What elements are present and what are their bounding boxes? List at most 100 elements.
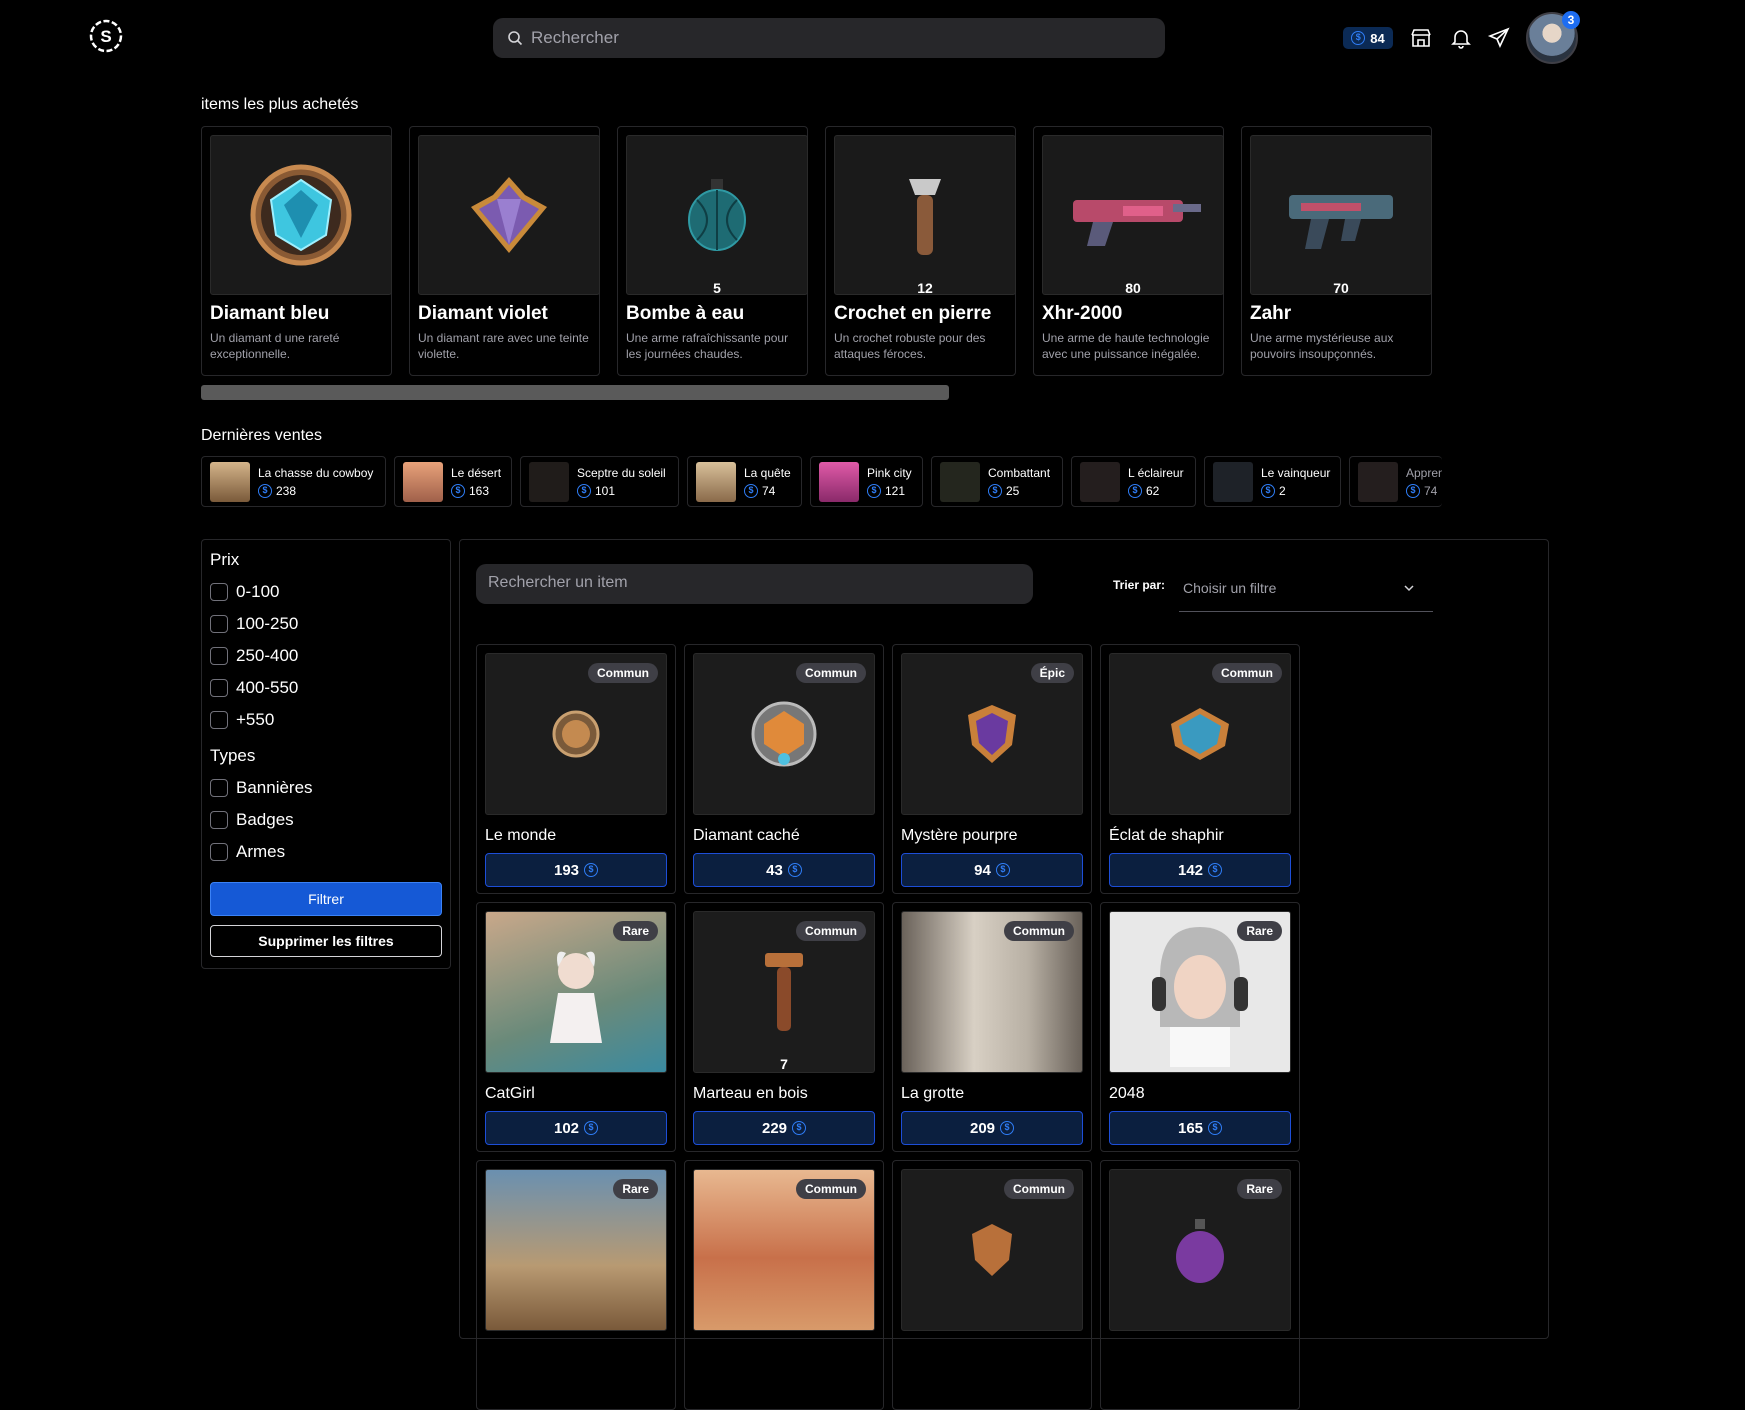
price-filter-option[interactable]: 250-400	[210, 640, 442, 672]
coin-icon: $	[1406, 483, 1420, 498]
filter-button[interactable]: Filtrer	[210, 882, 442, 916]
checkbox[interactable]	[210, 811, 228, 829]
cave-image: Commun	[901, 911, 1083, 1073]
item-quantity: 7	[780, 1056, 788, 1072]
search-icon	[508, 31, 523, 46]
hidden-diamond-icon	[751, 701, 817, 767]
shop-item-card[interactable]: Rare 2048 165 $	[1100, 902, 1300, 1152]
sale-price: 121	[885, 483, 906, 498]
sort-select[interactable]: Choisir un filtre	[1179, 564, 1433, 612]
checkbox[interactable]	[210, 583, 228, 601]
horizontal-scrollbar[interactable]	[201, 385, 949, 400]
item-description: Une arme rafraîchissante pour les journé…	[626, 331, 789, 361]
buy-button[interactable]: 209 $	[901, 1111, 1083, 1145]
item-name: 2048	[1109, 1085, 1145, 1102]
top-item-card[interactable]: Diamant bleu Un diamant d une rareté exc…	[201, 126, 392, 376]
bell-icon[interactable]	[1449, 26, 1473, 50]
price-filter-option[interactable]: +550	[210, 704, 442, 736]
shop-item-card[interactable]: Commun La grotte 209 $	[892, 902, 1092, 1152]
checkbox[interactable]	[210, 711, 228, 729]
item-image: 70	[1250, 135, 1432, 296]
buy-button[interactable]: 94 $	[901, 853, 1083, 887]
stone-hook-icon	[909, 179, 941, 255]
checkbox[interactable]	[210, 679, 228, 697]
sale-thumbnail	[696, 461, 736, 502]
coin-balance[interactable]: $ 84	[1343, 27, 1393, 49]
buy-button[interactable]: 165 $	[1109, 1111, 1291, 1145]
option-label: Armes	[236, 842, 286, 861]
top-item-card[interactable]: 70 Zahr Une arme mystérieuse aux pouvoir…	[1241, 126, 1432, 376]
sale-price: 238	[276, 483, 297, 498]
price-filter-option[interactable]: 0-100	[210, 576, 442, 608]
buy-button[interactable]: 193 $	[485, 853, 667, 887]
price-filter-title: Prix	[210, 550, 240, 569]
type-filter-option[interactable]: Armes	[210, 836, 442, 868]
shop-item-card[interactable]: Rare	[1100, 1160, 1300, 1410]
rarity-badge: Commun	[796, 921, 866, 941]
purple-bomb-icon	[1176, 1219, 1224, 1283]
shop-item-card[interactable]: Commun 7 Marteau en bois 229 $	[684, 902, 884, 1152]
price-filter-option[interactable]: 400-550	[210, 672, 442, 704]
buy-button[interactable]: 102 $	[485, 1111, 667, 1145]
option-label: 0-100	[236, 582, 280, 601]
shop-item-card[interactable]: Commun Le monde 193 $	[476, 644, 676, 894]
shop-item-card[interactable]: Commun	[892, 1160, 1092, 1410]
rarity-badge: Épic	[1030, 663, 1074, 683]
item-description: Une arme de haute technologie avec une p…	[1042, 331, 1210, 361]
option-label: 250-400	[236, 646, 299, 665]
top-item-card[interactable]: 5 Bombe à eau Une arme rafraîchissante p…	[617, 126, 808, 376]
buy-button[interactable]: 229 $	[693, 1111, 875, 1145]
rarity-badge: Rare	[1237, 1179, 1282, 1199]
water-bomb-icon	[688, 179, 746, 251]
logo-icon[interactable]: S	[89, 19, 123, 53]
sale-item[interactable]: Sceptre du soleil $101	[520, 456, 679, 507]
user-avatar[interactable]: 3	[1526, 11, 1580, 64]
type-filter-option[interactable]: Bannières	[210, 772, 442, 804]
sale-item[interactable]: La chasse du cowboy $238	[201, 456, 386, 507]
wooden-hammer-icon	[765, 953, 803, 1031]
clear-filters-button[interactable]: Supprimer les filtres	[210, 925, 442, 957]
sale-name: Pink city	[867, 465, 912, 480]
sale-thumbnail	[1080, 461, 1120, 502]
rarity-badge: Commun	[1004, 1179, 1074, 1199]
checkbox[interactable]	[210, 615, 228, 633]
sale-thumbnail	[210, 461, 250, 502]
shop-item-card[interactable]: Commun Éclat de shaphir 142 $	[1100, 644, 1300, 894]
sale-item[interactable]: Le vainqueur $2	[1204, 456, 1341, 507]
type-filter-option[interactable]: Badges	[210, 804, 442, 836]
sale-item[interactable]: Apprenti $74	[1349, 456, 1442, 507]
item-quantity: 80	[1125, 280, 1141, 296]
sale-item[interactable]: La quête $74	[687, 456, 802, 507]
sale-item[interactable]: Combattant $25	[931, 456, 1063, 507]
item-name: Marteau en bois	[693, 1085, 808, 1102]
checkbox[interactable]	[210, 647, 228, 665]
item-description: Un diamant d une rareté exceptionnelle.	[210, 331, 340, 361]
checkbox[interactable]	[210, 779, 228, 797]
send-icon[interactable]	[1487, 26, 1511, 50]
item-price: 193	[553, 861, 580, 879]
checkbox[interactable]	[210, 843, 228, 861]
shop-item-card[interactable]: Épic Mystère pourpre 94 $	[892, 644, 1092, 894]
item-description: Une arme mystérieuse aux pouvoirs insoup…	[1250, 331, 1394, 361]
global-search-input[interactable]: Rechercher	[493, 18, 1165, 58]
top-item-card[interactable]: 12 Crochet en pierre Un crochet robuste …	[825, 126, 1016, 376]
shop-item-card[interactable]: Commun	[684, 1160, 884, 1410]
sale-item[interactable]: L éclaireur $62	[1071, 456, 1196, 507]
coin-icon: $	[744, 483, 758, 498]
sale-item[interactable]: Le désert $163	[394, 456, 512, 507]
shop-item-card[interactable]: Rare	[476, 1160, 676, 1410]
buy-button[interactable]: 142 $	[1109, 853, 1291, 887]
catgirl-image	[550, 951, 602, 1043]
option-label: 100-250	[236, 614, 299, 633]
buy-button[interactable]: 43 $	[693, 853, 875, 887]
item-search-input[interactable]: Rechercher un item	[476, 564, 1033, 604]
price-filter-option[interactable]: 100-250	[210, 608, 442, 640]
shop-item-card[interactable]: Rare CatGirl 102 $	[476, 902, 676, 1152]
shop-item-card[interactable]: Commun Diamant caché 43 $	[684, 644, 884, 894]
top-item-card[interactable]: Diamant violet Un diamant rare avec une …	[409, 126, 600, 376]
top-item-card[interactable]: 80 Xhr-2000 Une arme de haute technologi…	[1033, 126, 1224, 376]
sort-value: Choisir un filtre	[1183, 580, 1277, 596]
item-name: Diamant bleu	[210, 303, 330, 324]
store-icon[interactable]	[1409, 26, 1433, 50]
sale-item[interactable]: Pink city $121	[810, 456, 923, 507]
